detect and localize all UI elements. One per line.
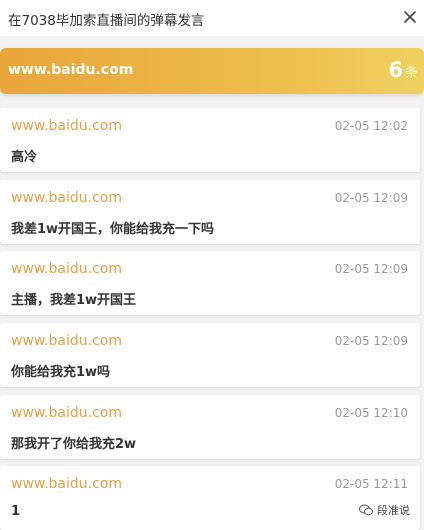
message-time: 02-05 12:09	[334, 191, 408, 205]
message-site[interactable]: www.baidu.com	[11, 476, 122, 492]
message-text: 高冷	[11, 150, 38, 165]
message-site[interactable]: www.baidu.com	[11, 333, 122, 349]
summary-site: www.baidu.com	[8, 62, 134, 78]
watermark: 段准说	[359, 502, 410, 518]
close-icon[interactable]	[402, 9, 418, 25]
message-text: 1	[11, 504, 21, 519]
panel-header: 在7038毕加索直播间的弹幕发言	[0, 0, 424, 36]
message-card: www.baidu.com 02-05 12:02 高冷	[0, 108, 420, 172]
message-time: 02-05 12:10	[334, 406, 408, 420]
message-time: 02-05 12:02	[334, 119, 408, 133]
panel-title: 在7038毕加索直播间的弹幕发言	[8, 13, 205, 29]
message-site[interactable]: www.baidu.com	[11, 190, 122, 206]
message-text: 那我开了你给我充2w	[11, 437, 137, 452]
message-card: www.baidu.com 02-05 12:09 你能给我充1w吗	[0, 323, 420, 387]
message-card: www.baidu.com 02-05 12:10 那我开了你给我充2w	[0, 395, 420, 459]
message-card: www.baidu.com 02-05 12:09 我差1w开国王，你能给我充一…	[0, 180, 420, 244]
danmaku-panel: 在7038毕加索直播间的弹幕发言 www.baidu.com 6 条 www.b…	[0, 0, 424, 530]
message-time: 02-05 12:09	[334, 262, 408, 276]
message-time: 02-05 12:11	[334, 477, 408, 491]
message-time: 02-05 12:09	[334, 334, 408, 348]
message-text: 主播，我差1w开国王	[11, 293, 137, 308]
summary-banner: www.baidu.com 6 条	[0, 48, 424, 94]
message-site[interactable]: www.baidu.com	[11, 118, 122, 134]
message-text: 我差1w开国王，你能给我充一下吗	[11, 222, 215, 237]
message-count: 6	[388, 58, 403, 82]
message-site[interactable]: www.baidu.com	[11, 261, 122, 277]
wechat-icon	[359, 504, 373, 516]
message-card: www.baidu.com 02-05 12:11 1	[0, 466, 420, 530]
message-count-unit: 条	[404, 66, 418, 81]
watermark-text: 段准说	[377, 504, 410, 517]
message-card: www.baidu.com 02-05 12:09 主播，我差1w开国王	[0, 251, 420, 315]
message-text: 你能给我充1w吗	[11, 365, 111, 380]
message-site[interactable]: www.baidu.com	[11, 405, 122, 421]
